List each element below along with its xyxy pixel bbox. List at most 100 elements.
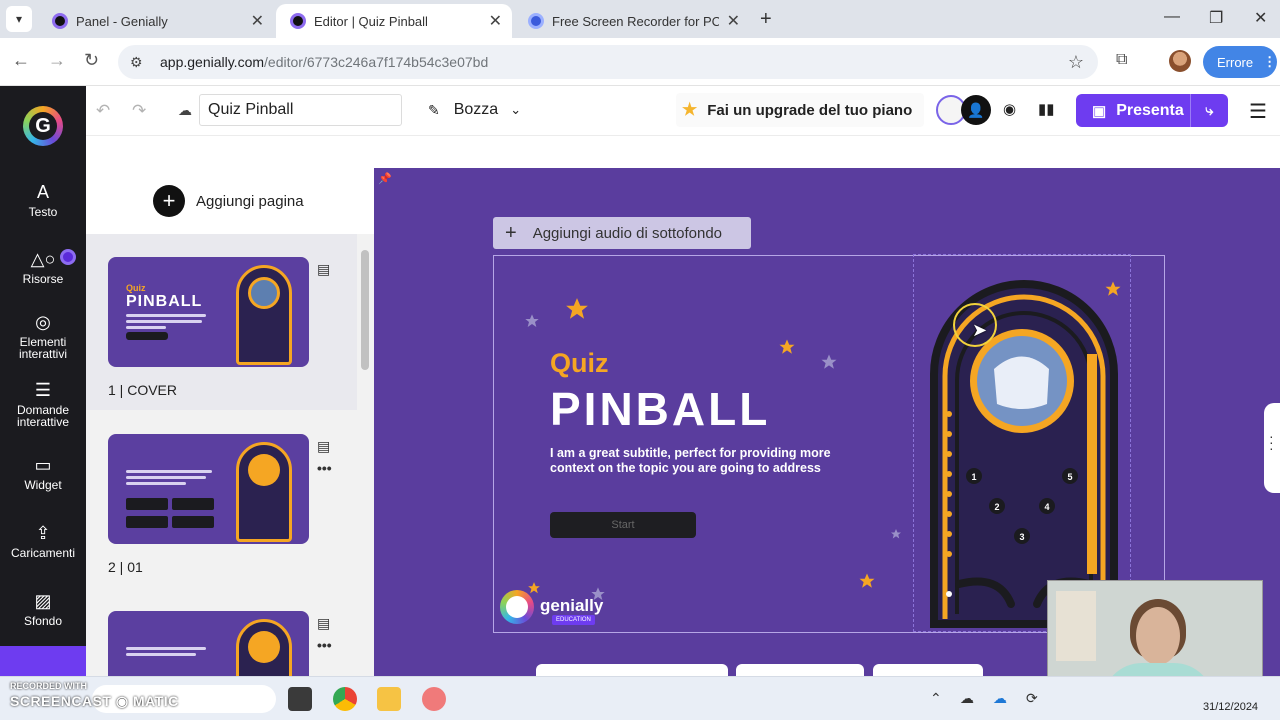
address-bar-row: ← → ↻ ⚙ app.genially.com /editor/6773c24… [0,38,1280,86]
screen-recorder-icon[interactable] [422,687,446,711]
education-badge: EDUCATION [552,615,595,625]
close-window-icon[interactable]: ✕ [1254,8,1267,28]
bottom-nav-thumb[interactable] [736,664,864,676]
new-tab-icon[interactable]: + [760,8,772,31]
pages-scrollbar[interactable] [359,238,369,668]
plus-icon: + [505,221,517,244]
page-thumbnail-3[interactable] [108,611,309,676]
sync-icon[interactable]: ⟳ [1026,690,1038,707]
rail-item-label: Sfondo [23,614,63,628]
page-options-icon[interactable]: ▤ [317,615,330,632]
profile-avatar[interactable] [1169,50,1191,72]
url-input[interactable]: ⚙ app.genially.com /editor/6773c246a7f17… [118,45,1098,79]
more-horiz-icon[interactable]: ••• [317,460,332,476]
close-tab-icon[interactable]: ✕ [489,11,502,31]
thumb-answer-box [126,498,168,510]
minimize-icon[interactable]: — [1164,8,1180,26]
tab-title: Panel - Genially [76,13,168,29]
onedrive-icon[interactable]: ☁ [993,690,1007,707]
page-options-icon[interactable]: ▤ [317,438,330,455]
project-title-input[interactable] [199,94,402,126]
more-horiz-icon[interactable]: ••• [317,637,332,653]
slide-title[interactable]: PINBALL [550,382,770,436]
thumb-text-line [126,314,206,317]
extensions-icon[interactable]: ⧉ [1116,51,1127,69]
draft-status-dropdown[interactable]: ✎ Bozza ⌄ [428,101,521,119]
browser-tab-bar: ▾ Panel - Genially ✕ Editor | Quiz Pinba… [0,0,1280,38]
taskbar-date: 31/12/2024 [1203,701,1259,713]
star-decoration-icon [821,354,837,369]
add-page-button[interactable]: + Aggiungi pagina [86,168,374,234]
star-icon: ★ [682,100,698,119]
slide-start-button[interactable]: Start [550,512,696,538]
undo-icon[interactable]: ↶ [96,101,110,121]
tray-chevron-up-icon[interactable]: ⌃ [930,690,942,707]
bookmark-star-icon[interactable]: ☆ [1068,52,1084,73]
slide-subtitle[interactable]: I am a great subtitle, perfect for provi… [550,446,840,476]
editor-toolbar-strip [86,136,1280,168]
slide-quiz-text[interactable]: Quiz [550,348,609,379]
rail-item-widget[interactable]: ▭ Widget [0,455,86,491]
pencil-icon: ✎ [428,101,440,118]
tool-rail: G A Testo △○ Risorse ◎ Elementi interatt… [0,86,86,676]
rail-item-domande-interattive[interactable]: ☰ Domande interattive [0,380,86,428]
side-options-tab[interactable]: · · · [1264,403,1280,493]
restore-icon[interactable]: ❐ [1209,8,1223,28]
forward-icon[interactable]: → [48,50,66,71]
rail-item-label: Testo [28,205,58,219]
preview-eye-icon[interactable]: ◉ [1003,100,1016,118]
redo-icon[interactable]: ↷ [132,101,146,121]
page-number: 1 [108,382,116,398]
present-button[interactable]: ▣ Presenta ⤷ [1076,94,1228,127]
hamburger-menu-icon[interactable]: ☰ [1249,99,1267,124]
tab-panel-genially[interactable]: Panel - Genially ✕ [38,4,274,38]
scrollbar-thumb[interactable] [361,250,369,370]
thumb-answer-box [172,498,214,510]
thumb-answer-box [126,516,168,528]
thumb-text-line [126,470,212,473]
cloud-sync-icon[interactable]: ☁ [960,690,974,707]
tab-screen-recorder[interactable]: Free Screen Recorder for PC, M ✕ [514,4,750,38]
file-explorer-icon[interactable] [377,687,401,711]
rail-item-elementi-interattivi[interactable]: ◎ Elementi interattivi [0,312,86,360]
add-page-label: Aggiungi pagina [196,192,304,210]
page-thumbnail-cover[interactable]: Quiz PINBALL [108,257,309,367]
star-decoration-icon [525,314,539,327]
rail-item-caricamenti[interactable]: ⇪ Caricamenti [0,523,86,559]
cloud-save-icon: ☁ [178,102,192,118]
rail-item-testo[interactable]: A Testo [0,182,86,218]
task-view-icon[interactable] [288,687,312,711]
recorder-watermark-brand: SCREENCAST ◉ MATIC [10,693,179,709]
add-background-audio-button[interactable]: + Aggiungi audio di sottofondo [493,217,751,249]
chrome-icon[interactable] [333,687,357,711]
tab-search-dropdown[interactable]: ▾ [6,6,32,32]
reload-icon[interactable]: ↻ [84,50,99,71]
back-icon[interactable]: ← [12,50,30,71]
share-icon[interactable]: ⤷ [1190,94,1228,127]
bottom-nav-thumb[interactable] [873,664,983,676]
profile-error-button[interactable]: Errore ⋮ [1203,46,1277,78]
mouse-pointer-icon: ➤ [972,320,988,340]
thumb-text-line [126,320,202,323]
page-name: 01 [127,559,143,575]
site-info-icon[interactable]: ⚙ [130,54,152,71]
close-tab-icon[interactable]: ✕ [251,11,264,31]
star-decoration-icon [891,529,901,539]
star-decoration-icon [859,573,875,588]
close-tab-icon[interactable]: ✕ [727,11,740,31]
genially-logo-text: genially [540,596,604,615]
page-options-icon[interactable]: ▤ [317,261,330,278]
slide-cover[interactable]: Quiz PINBALL I am a great subtitle, perf… [493,254,1165,633]
rail-item-pages-active[interactable] [0,646,86,676]
page-thumbnail-01[interactable] [108,434,309,544]
tab-editor-quiz-pinball[interactable]: Editor | Quiz Pinball ✕ [276,4,512,38]
add-user-icon[interactable]: 👤 [961,95,991,125]
pin-icon[interactable]: 📌 [378,172,392,185]
rail-item-sfondo[interactable]: ▨ Sfondo [0,591,86,627]
notification-badge [60,249,76,265]
url-path: /editor/6773c246a7f174b54c3e07bd [264,54,489,70]
upgrade-plan-button[interactable]: ★ Fai un upgrade del tuo piano [676,93,925,127]
bottom-nav-thumb[interactable] [536,664,728,676]
statistics-icon[interactable]: ▮▮ [1038,100,1055,118]
rail-item-label: Widget [24,478,62,492]
